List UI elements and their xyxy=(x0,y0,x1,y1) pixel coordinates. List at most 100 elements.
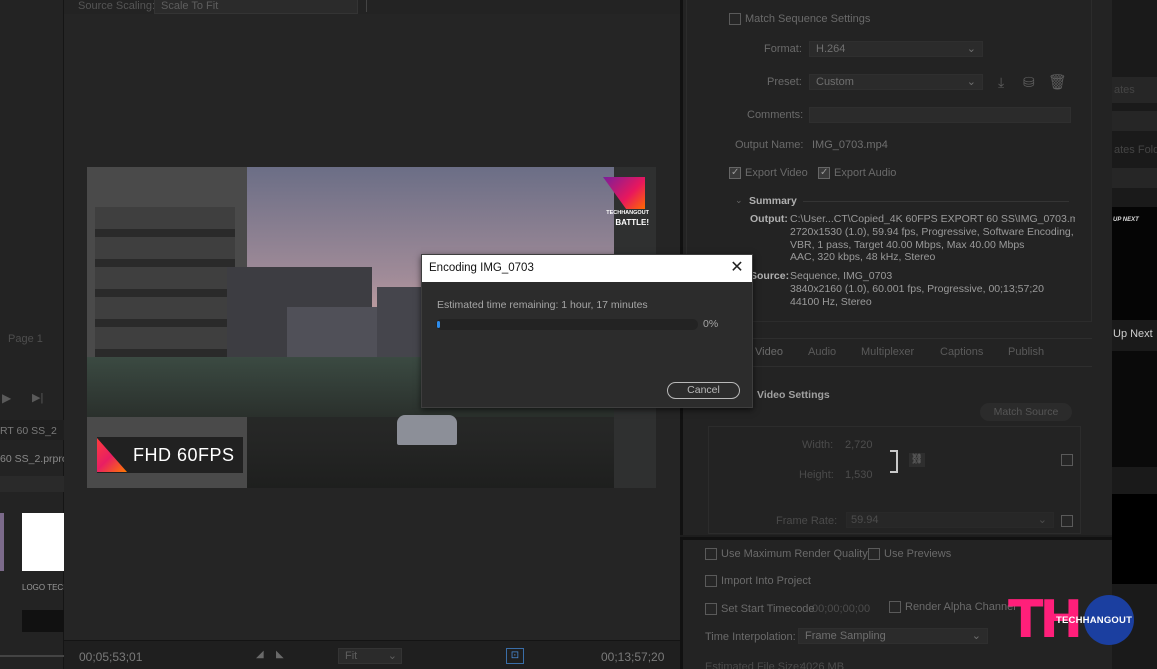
file-size-label: Estimated File Size: xyxy=(705,661,803,669)
summary-source-label: Source: xyxy=(750,270,790,282)
summary-source-line: 44100 Hz, Stereo xyxy=(790,295,872,308)
clip-thumbnail[interactable] xyxy=(0,513,4,571)
chevron-down-icon: ⌄ xyxy=(966,76,976,88)
import-preset-icon[interactable]: ⛁ xyxy=(1023,74,1035,91)
close-icon[interactable]: ✕ xyxy=(726,258,748,278)
eta-text: Estimated time remaining: 1 hour, 17 min… xyxy=(437,299,648,311)
start-timecode-checkbox[interactable] xyxy=(705,603,717,615)
comments-field[interactable] xyxy=(809,107,1071,123)
aspect-toggle-icon[interactable]: ⊡ xyxy=(506,648,524,664)
comments-label: Comments: xyxy=(747,109,804,121)
chevron-down-icon: ⌄ xyxy=(387,650,397,662)
project-search[interactable] xyxy=(0,476,64,492)
dimension-override-checkbox[interactable] xyxy=(1061,454,1073,466)
link-icon[interactable]: ⛓ xyxy=(909,453,925,467)
fit-value: Fit xyxy=(345,650,358,662)
step-forward-icon[interactable]: ▶| xyxy=(32,391,43,404)
battle-logo-line2: BATTLE! xyxy=(615,218,649,227)
start-timecode-label: Set Start Timecode xyxy=(721,603,815,615)
techhangout-watermark: TH TECHHANGOUT xyxy=(1008,594,1136,646)
sequence-tab-label: RT 60 SS_2 xyxy=(0,425,57,437)
chevron-down-icon: ⌄ xyxy=(966,43,976,55)
preset-select[interactable]: Custom ⌄ xyxy=(809,74,983,90)
max-render-checkbox[interactable] xyxy=(705,548,717,560)
match-source-button[interactable]: Match Source xyxy=(980,403,1072,421)
render-alpha-checkbox[interactable] xyxy=(889,601,901,613)
mark-out-icon[interactable]: ◣ xyxy=(276,649,284,660)
source-scaling-select[interactable]: Scale To Fit xyxy=(154,0,358,14)
export-audio-checkbox[interactable] xyxy=(818,167,830,179)
summary-source-line: 3840x2160 (1.0), 60.001 fps, Progressive… xyxy=(790,282,1044,295)
program-preview xyxy=(1112,494,1157,584)
progress-percent: 0% xyxy=(703,318,719,330)
match-sequence-label: Match Sequence Settings xyxy=(745,13,871,25)
tab-video[interactable]: Video xyxy=(755,346,783,358)
fit-select[interactable]: Fit ⌄ xyxy=(338,648,402,664)
height-value[interactable]: 1,530 xyxy=(845,469,873,481)
match-sequence-checkbox[interactable] xyxy=(729,13,741,25)
fhd-badge-text: FHD 60FPS xyxy=(133,444,235,465)
import-project-checkbox[interactable] xyxy=(705,575,717,587)
file-size-value: 4026 MB xyxy=(800,661,845,669)
page-label: Page 1 xyxy=(8,333,43,345)
frame-rate-select[interactable]: 59.94 ⌄ xyxy=(846,512,1054,528)
width-label: Width: xyxy=(802,439,834,451)
export-video-label: Export Video xyxy=(745,167,808,179)
start-timecode-value[interactable]: 00;00;00;00 xyxy=(812,603,870,615)
height-label: Height: xyxy=(799,469,834,481)
dialog-titlebar[interactable]: Encoding IMG_0703 ✕ xyxy=(422,255,752,282)
encoding-dialog: Encoding IMG_0703 ✕ Estimated time remai… xyxy=(421,254,753,408)
use-previews-checkbox[interactable] xyxy=(868,548,880,560)
clip-thumbnail-2[interactable] xyxy=(22,610,64,632)
fhd-badge-icon xyxy=(97,438,127,472)
width-value[interactable]: 2,720 xyxy=(845,439,873,451)
tab-publish[interactable]: Publish xyxy=(1008,346,1044,358)
up-next-label: Up Next xyxy=(1113,328,1153,340)
panel-field xyxy=(1112,111,1157,131)
max-render-label: Use Maximum Render Quality xyxy=(721,548,868,560)
frame-rate-value: 59.94 xyxy=(851,514,879,526)
templates-folder-fragment: ates Folde xyxy=(1114,144,1157,156)
chevron-down-icon[interactable]: ⌄ xyxy=(735,195,743,206)
source-bottom-bar: 00;05;53;01 ◢ ◣ Fit ⌄ ⊡ 00;13;57;20 xyxy=(64,640,680,669)
chevron-down-icon: ⌄ xyxy=(1037,514,1047,526)
divider xyxy=(366,0,367,12)
zoom-slider[interactable] xyxy=(0,655,64,657)
export-audio-label: Export Audio xyxy=(834,167,897,179)
frame-rate-label: Frame Rate: xyxy=(776,515,838,527)
export-video-checkbox[interactable] xyxy=(729,167,741,179)
fhd-badge: FHD 60FPS xyxy=(97,437,243,473)
up-next-preview xyxy=(1112,351,1157,467)
time-interp-label: Time Interpolation: xyxy=(705,631,796,643)
sequence-tab[interactable]: RT 60 SS_2 xyxy=(0,420,64,440)
project-file-label: 60 SS_2.prpro xyxy=(0,453,68,465)
summary-source-line: Sequence, IMG_0703 xyxy=(790,270,893,282)
tab-multiplexer[interactable]: Multiplexer xyxy=(861,346,914,358)
progress-bar-fill xyxy=(437,321,440,328)
panel-field xyxy=(1112,168,1157,188)
render-alpha-label: Render Alpha Channel xyxy=(905,601,1016,613)
program-panel-edge: ates ates Folde UP NEXT Up Next xyxy=(1112,0,1157,669)
tab-captions[interactable]: Captions xyxy=(940,346,983,358)
format-select[interactable]: H.264 ⌄ xyxy=(809,41,983,57)
logo-thumbnail[interactable] xyxy=(22,513,64,571)
match-source-label: Match Source xyxy=(993,406,1059,418)
tab-audio[interactable]: Audio xyxy=(808,346,836,358)
format-value: H.264 xyxy=(816,43,846,55)
cancel-button[interactable]: Cancel xyxy=(667,382,740,399)
summary-output-line: AAC, 320 kbps, 48 kHz, Stereo xyxy=(790,251,936,264)
battle-logo: TECHHANGOUT BATTLE! xyxy=(603,177,649,227)
output-name-link[interactable]: IMG_0703.mp4 xyxy=(812,139,888,151)
preset-value: Custom xyxy=(816,76,854,88)
play-icon[interactable]: ▶ xyxy=(2,391,11,405)
delete-preset-icon[interactable]: 🗑 xyxy=(1048,73,1067,91)
progress-bar xyxy=(436,319,698,330)
timecode-current[interactable]: 00;05;53;01 xyxy=(79,650,142,664)
summary-source-text: Sequence, IMG_0703 3840x2160 (1.0), 60.0… xyxy=(790,270,1075,308)
frame-rate-override-checkbox[interactable] xyxy=(1061,515,1073,527)
save-preset-icon[interactable]: ⤓ xyxy=(998,74,1004,91)
mark-in-icon[interactable]: ◢ xyxy=(256,649,264,660)
templates-fragment: ates xyxy=(1114,84,1135,96)
time-interp-select[interactable]: Frame Sampling ⌄ xyxy=(798,628,988,644)
summary-output-text: C:\User...CT\Copied_4K 60FPS EXPORT 60 S… xyxy=(790,213,1075,264)
